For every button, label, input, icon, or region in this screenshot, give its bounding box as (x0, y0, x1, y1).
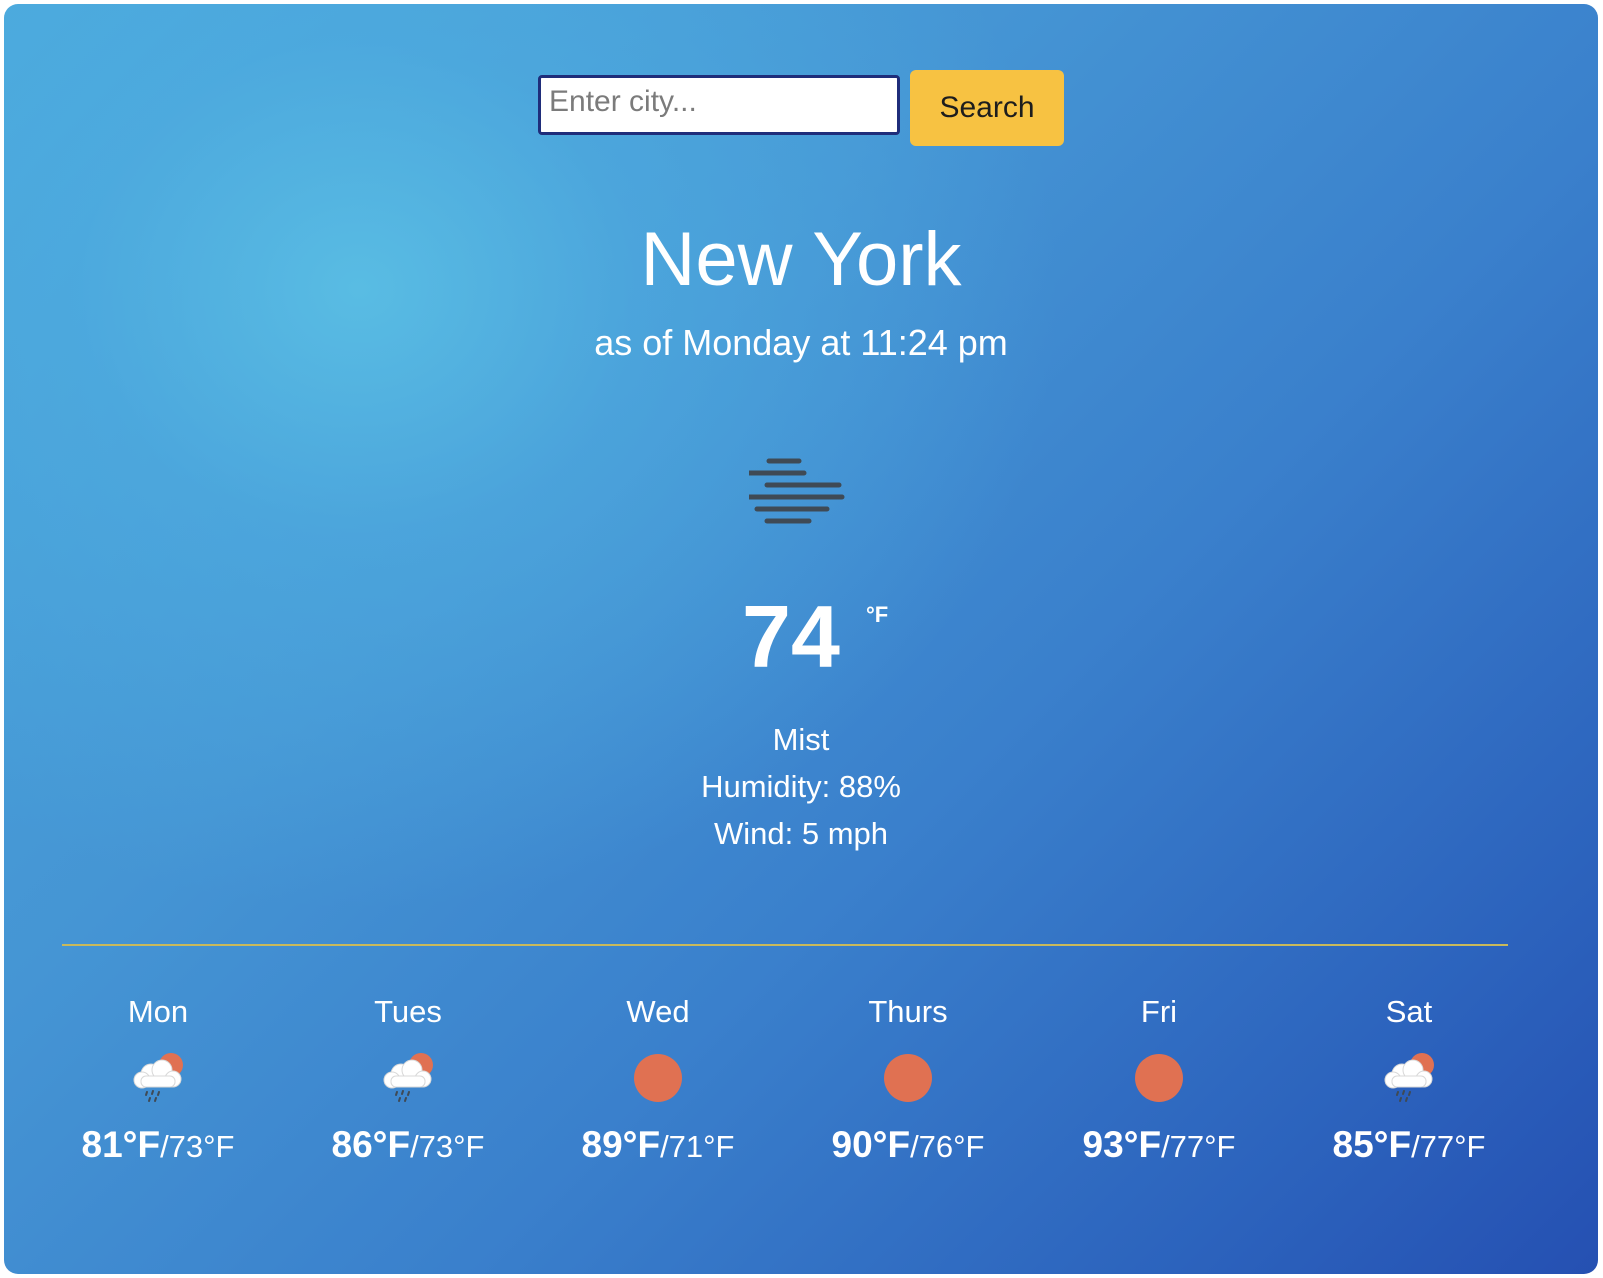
forecast-day: Fri 93°F/77°F (1034, 994, 1284, 1166)
forecast-temps: 93°F/77°F (1034, 1124, 1284, 1166)
city-name: New York (640, 217, 962, 302)
forecast-low: /77°F (1161, 1129, 1236, 1164)
condition-text: Mist (772, 722, 830, 757)
forecast-low: /71°F (660, 1129, 735, 1164)
sun-icon (533, 1034, 783, 1124)
forecast-temps: 85°F/77°F (1284, 1124, 1534, 1166)
last-updated: as of Monday at 11:24 pm (594, 322, 1008, 363)
divider (62, 944, 1508, 946)
temperature-value: 74 °F (742, 587, 889, 686)
mist-icon (734, 458, 859, 533)
forecast-temps: 86°F/73°F (283, 1124, 533, 1166)
forecast-temps: 90°F/76°F (783, 1124, 1033, 1166)
forecast-day-name: Wed (626, 994, 690, 1029)
forecast-low: /76°F (910, 1129, 985, 1164)
forecast-high: 86°F (331, 1124, 411, 1165)
sun-icon (783, 1034, 1033, 1124)
forecast-day-name: Thurs (868, 994, 948, 1029)
search-button[interactable]: Search (910, 70, 1064, 146)
forecast-low: /73°F (160, 1129, 235, 1164)
forecast-day: Mon 81°F/73°F (33, 994, 283, 1166)
forecast-day-name: Fri (1140, 994, 1178, 1029)
rain-cloud-sun-icon (1284, 1034, 1534, 1124)
forecast-day-name: Sat (1385, 994, 1433, 1029)
forecast-low: /73°F (410, 1129, 485, 1164)
sun-icon (1034, 1034, 1284, 1124)
forecast-day: Thurs 90°F/76°F (783, 994, 1033, 1166)
forecast-day-name: Mon (127, 994, 189, 1029)
forecast-high: 90°F (831, 1124, 911, 1165)
current-temperature: 74 °F (4, 586, 1598, 688)
temperature-unit: °F (865, 602, 889, 627)
weather-card: Search New York as of Monday at 11:24 pm… (4, 4, 1598, 1274)
humidity-text: Humidity: 88% (701, 769, 901, 804)
forecast-high: 85°F (1332, 1124, 1412, 1165)
forecast-high: 81°F (81, 1124, 161, 1165)
wind-text: Wind: 5 mph (713, 816, 888, 851)
rain-cloud-sun-icon (283, 1034, 533, 1124)
search-bar: Search (4, 64, 1598, 146)
forecast-temps: 89°F/71°F (533, 1124, 783, 1166)
forecast-high: 89°F (581, 1124, 661, 1165)
forecast-low: /77°F (1411, 1129, 1486, 1164)
forecast-day: Wed 89°F/71°F (533, 994, 783, 1166)
rain-cloud-sun-icon (33, 1034, 283, 1124)
forecast-day: Tues 86°F/73°F (283, 994, 533, 1166)
forecast-day-name: Tues (374, 994, 442, 1029)
forecast-high: 93°F (1082, 1124, 1162, 1165)
forecast-day: Sat 85°F/77°F (1284, 994, 1534, 1166)
forecast-temps: 81°F/73°F (33, 1124, 283, 1166)
city-search-input[interactable] (538, 75, 900, 135)
